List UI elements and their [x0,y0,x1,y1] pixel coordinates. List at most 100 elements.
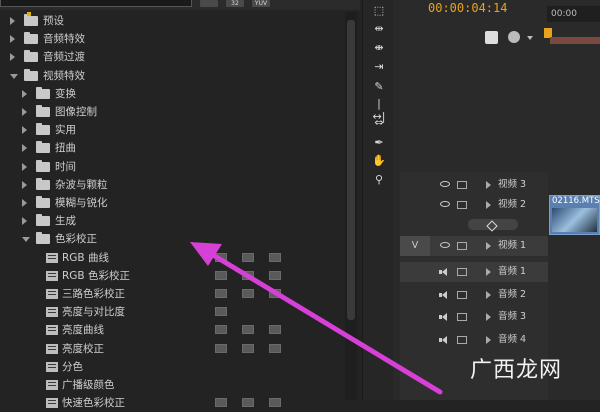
effect-item[interactable]: 广播级颜色 [0,376,345,394]
chevron-right-icon[interactable] [22,126,27,135]
chevron-down-icon[interactable] [527,36,533,40]
track-select-icon[interactable]: ⬚ [372,4,386,17]
track-video-1[interactable]: V 视频 1 [400,236,548,256]
chevron-right-icon[interactable] [22,144,27,153]
32bit-badge-icon [242,252,254,262]
chevron-right-icon[interactable] [486,336,491,344]
effects-folder[interactable]: 图像控制 [0,103,345,121]
lock-icon[interactable] [457,268,467,276]
chevron-right-icon[interactable] [486,291,491,299]
chevron-right-icon[interactable] [10,35,15,44]
effects-folder[interactable]: 生成 [0,212,345,230]
eye-icon[interactable] [440,242,450,248]
effect-icon [46,325,58,336]
lock-icon[interactable] [457,291,467,299]
chevron-right-icon[interactable] [486,313,491,321]
track-audio-2[interactable]: 音频 2 [400,285,548,305]
effects-folder[interactable]: 预设 [0,12,345,30]
track-name: 音频 4 [498,334,527,345]
effect-item[interactable]: RGB 色彩校正 [0,267,345,285]
chevron-right-icon[interactable] [22,89,27,98]
rate-stretch-icon[interactable]: ⇥ [372,60,386,73]
lock-icon[interactable] [457,313,467,321]
effect-item[interactable]: 亮度校正 [0,340,345,358]
rolling-edit-icon[interactable]: ⇼ [372,41,386,54]
ripple-edit-icon[interactable]: ⇹ [372,22,386,35]
track-audio-4[interactable]: 音频 4 [400,330,548,350]
chevron-right-icon[interactable] [486,201,491,209]
speaker-icon[interactable] [439,268,449,276]
timecode[interactable]: 00:00:04:14 [428,1,507,15]
chevron-right-icon[interactable] [486,242,491,250]
chevron-right-icon[interactable] [10,53,15,62]
folder-label: 视频特效 [43,69,85,82]
effects-folder[interactable]: 实用 [0,121,345,139]
lock-icon[interactable] [457,201,467,209]
snap-icon[interactable] [485,31,498,44]
effect-item[interactable]: RGB 曲线 [0,249,345,267]
effect-item[interactable]: 分色 [0,358,345,376]
eye-icon[interactable] [440,201,450,207]
32bit-effects-button[interactable]: 32 [226,0,244,7]
effect-item[interactable]: 亮度与对比度 [0,303,345,321]
effect-item[interactable]: 亮度曲线 [0,321,345,339]
chevron-right-icon[interactable] [10,17,15,25]
chevron-right-icon[interactable] [22,199,27,207]
clip-thumbnail [552,208,597,232]
effects-folder[interactable]: 变换 [0,85,345,103]
razor-icon[interactable]: ✎ [372,80,386,93]
track-name: 音频 2 [498,289,527,300]
track-audio-3[interactable]: 音频 3 [400,307,548,327]
work-area-bar[interactable] [550,37,600,44]
effects-folder[interactable]: 音频特效 [0,30,345,48]
lock-icon[interactable] [457,336,467,344]
yuv-badge-icon [269,343,281,353]
effect-label: 快速色彩校正 [62,397,125,410]
chevron-right-icon[interactable] [22,108,27,116]
chevron-down-icon[interactable] [10,73,18,79]
effect-item[interactable]: 快速色彩校正 [0,394,345,412]
eye-icon[interactable] [440,181,450,187]
folder-icon [36,232,50,245]
target-track-button[interactable]: V [400,236,430,256]
folder-label: 图像控制 [55,106,97,118]
speaker-icon[interactable] [439,291,449,299]
speaker-icon[interactable] [439,336,449,344]
chevron-right-icon[interactable] [22,180,27,189]
track-video-3[interactable]: 视频 3 [400,175,548,195]
lock-icon[interactable] [457,242,467,250]
effects-folder[interactable]: 音频过渡 [0,48,345,66]
search-input[interactable] [0,0,192,7]
accelerated-badge-icon [215,270,227,280]
yuv-effects-button[interactable]: YUV [252,0,270,7]
marker-icon[interactable] [508,31,520,43]
zoom-icon[interactable]: ⚲ [372,173,386,186]
slide-icon[interactable]: ⇔ [372,116,386,129]
speaker-icon[interactable] [439,313,449,321]
track-audio-1[interactable]: 音频 1 [400,262,548,282]
effects-folder[interactable]: 扭曲 [0,139,345,157]
slip-icon[interactable]: |↔| [372,97,386,123]
effects-folder[interactable]: 模糊与锐化 [0,194,345,212]
folder-label: 音频过渡 [43,51,85,64]
effects-folder[interactable]: 视频特效 [0,67,345,85]
video-clip[interactable]: 02116.MTS [549,195,600,235]
track-name: 音频 3 [498,311,527,322]
effect-icon [46,343,58,354]
chevron-right-icon[interactable] [486,181,491,189]
chevron-right-icon[interactable] [22,162,27,171]
effects-folder[interactable]: 色彩校正 [0,230,345,248]
folder-icon [24,12,38,26]
lock-icon[interactable] [457,181,467,189]
chevron-right-icon[interactable] [22,217,27,226]
effects-folder[interactable]: 时间 [0,158,345,176]
chevron-right-icon[interactable] [486,268,491,276]
chevron-down-icon[interactable] [22,237,30,243]
accelerated-effects-button[interactable] [200,0,218,7]
folder-label: 实用 [55,124,76,137]
hand-icon[interactable]: ✋ [372,154,386,167]
effect-item[interactable]: 三路色彩校正 [0,285,345,303]
effects-folder[interactable]: 杂波与颗粒 [0,176,345,194]
pen-icon[interactable]: ✒ [372,136,386,149]
effects-scrollbar-thumb[interactable] [347,20,355,320]
